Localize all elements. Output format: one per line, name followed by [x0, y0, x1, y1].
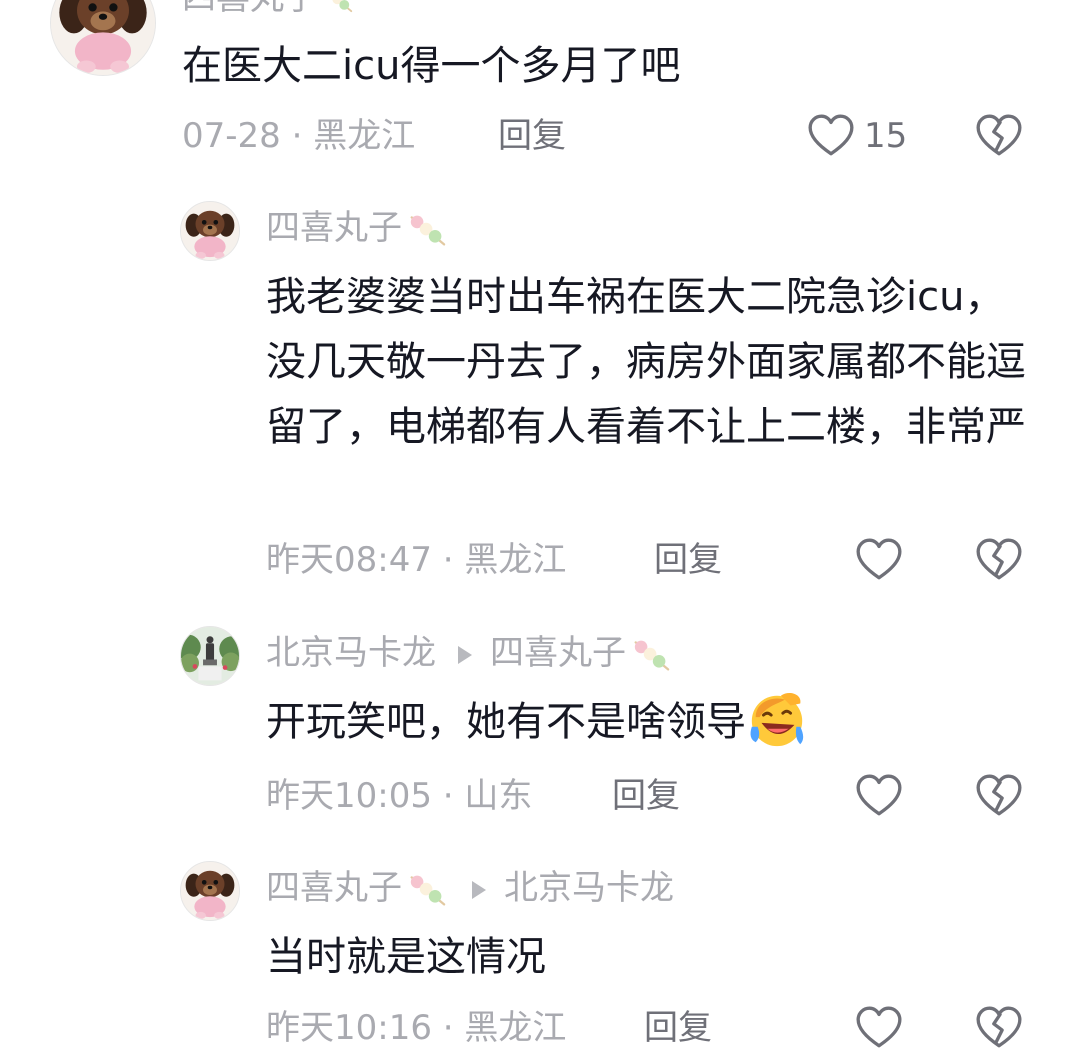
comment-meta: 昨天10:16 · 黑龙江	[266, 1008, 566, 1048]
meta-separator: ·	[431, 540, 465, 580]
comment-text-row: 开玩笑吧，她有不是啥领导	[266, 690, 1026, 755]
avatar[interactable]	[50, 0, 156, 76]
username[interactable]: 四喜丸子 北京马卡龙	[266, 868, 674, 908]
heart-icon	[854, 535, 904, 585]
reply-to-username: 四喜丸子	[490, 633, 626, 673]
puppy-avatar-image	[181, 202, 239, 260]
like-button[interactable]	[854, 535, 904, 585]
reply-button[interactable]: 回复	[654, 540, 722, 580]
dislike-button[interactable]	[974, 1003, 1024, 1053]
comment-date: 07-28	[182, 116, 281, 156]
username-text: 四喜丸子	[182, 0, 318, 18]
reply-button[interactable]: 回复	[612, 776, 680, 816]
username[interactable]: 四喜丸子	[182, 0, 356, 18]
like-button[interactable]	[806, 111, 856, 161]
comment-date: 昨天10:05	[266, 776, 432, 816]
broken-heart-icon	[974, 771, 1024, 821]
dislike-button[interactable]	[974, 771, 1024, 821]
reply-to-username: 北京马卡龙	[504, 868, 674, 908]
username[interactable]: 四喜丸子	[266, 208, 450, 248]
comment-location: 山东	[464, 776, 533, 816]
dislike-button[interactable]	[974, 111, 1024, 161]
heart-icon	[854, 771, 904, 821]
dango-icon	[404, 212, 450, 248]
reply-arrow-icon	[472, 880, 486, 899]
meta-separator: ·	[431, 1008, 465, 1048]
comment-meta: 昨天08:47 · 黑龙江	[266, 540, 566, 580]
dislike-button[interactable]	[974, 535, 1024, 585]
heart-icon	[806, 111, 856, 161]
username-text: 四喜丸子	[266, 208, 402, 248]
comment-location: 黑龙江	[313, 116, 416, 156]
comment-text: 当时就是这情况	[266, 934, 546, 980]
comment-location: 黑龙江	[464, 1008, 567, 1048]
meta-separator: ·	[280, 116, 314, 156]
dango-icon	[404, 872, 450, 908]
comment-text: 开玩笑吧，她有不是啥领导	[266, 699, 746, 745]
like-button[interactable]	[854, 771, 904, 821]
laughing-crying-emoji	[746, 688, 808, 750]
heart-icon	[854, 1003, 904, 1053]
like-count: 15	[864, 116, 908, 156]
like-button[interactable]	[854, 1003, 904, 1053]
statue-avatar-image	[181, 627, 239, 685]
reply-arrow-icon	[458, 645, 472, 664]
broken-heart-icon	[974, 111, 1024, 161]
comment-location: 黑龙江	[464, 540, 567, 580]
comment-meta: 07-28 · 黑龙江	[182, 116, 415, 156]
comment-text: 在医大二icu得一个多月了吧	[182, 43, 681, 89]
broken-heart-icon	[974, 1003, 1024, 1053]
avatar[interactable]	[180, 861, 240, 921]
broken-heart-icon	[974, 535, 1024, 585]
comment-date: 昨天10:16	[266, 1008, 432, 1048]
avatar[interactable]	[180, 626, 240, 686]
username-text: 四喜丸子	[266, 868, 402, 908]
comment-date: 昨天08:47	[266, 540, 432, 580]
meta-separator: ·	[431, 776, 465, 816]
puppy-avatar-image	[51, 0, 155, 75]
reply-button[interactable]: 回复	[644, 1008, 712, 1048]
dango-icon	[628, 637, 674, 673]
username-text: 北京马卡龙	[266, 633, 436, 673]
puppy-avatar-image	[181, 862, 239, 920]
reply-button[interactable]: 回复	[498, 116, 566, 156]
dango-icon	[320, 0, 356, 14]
avatar[interactable]	[180, 201, 240, 261]
comment-text: 我老婆婆当时出车祸在医大二院急诊icu，没几天敬一丹去了，病房外面家属都不能逗留…	[266, 274, 1026, 450]
username[interactable]: 北京马卡龙 四喜丸子	[266, 633, 674, 673]
comment-meta: 昨天10:05 · 山东	[266, 776, 532, 816]
